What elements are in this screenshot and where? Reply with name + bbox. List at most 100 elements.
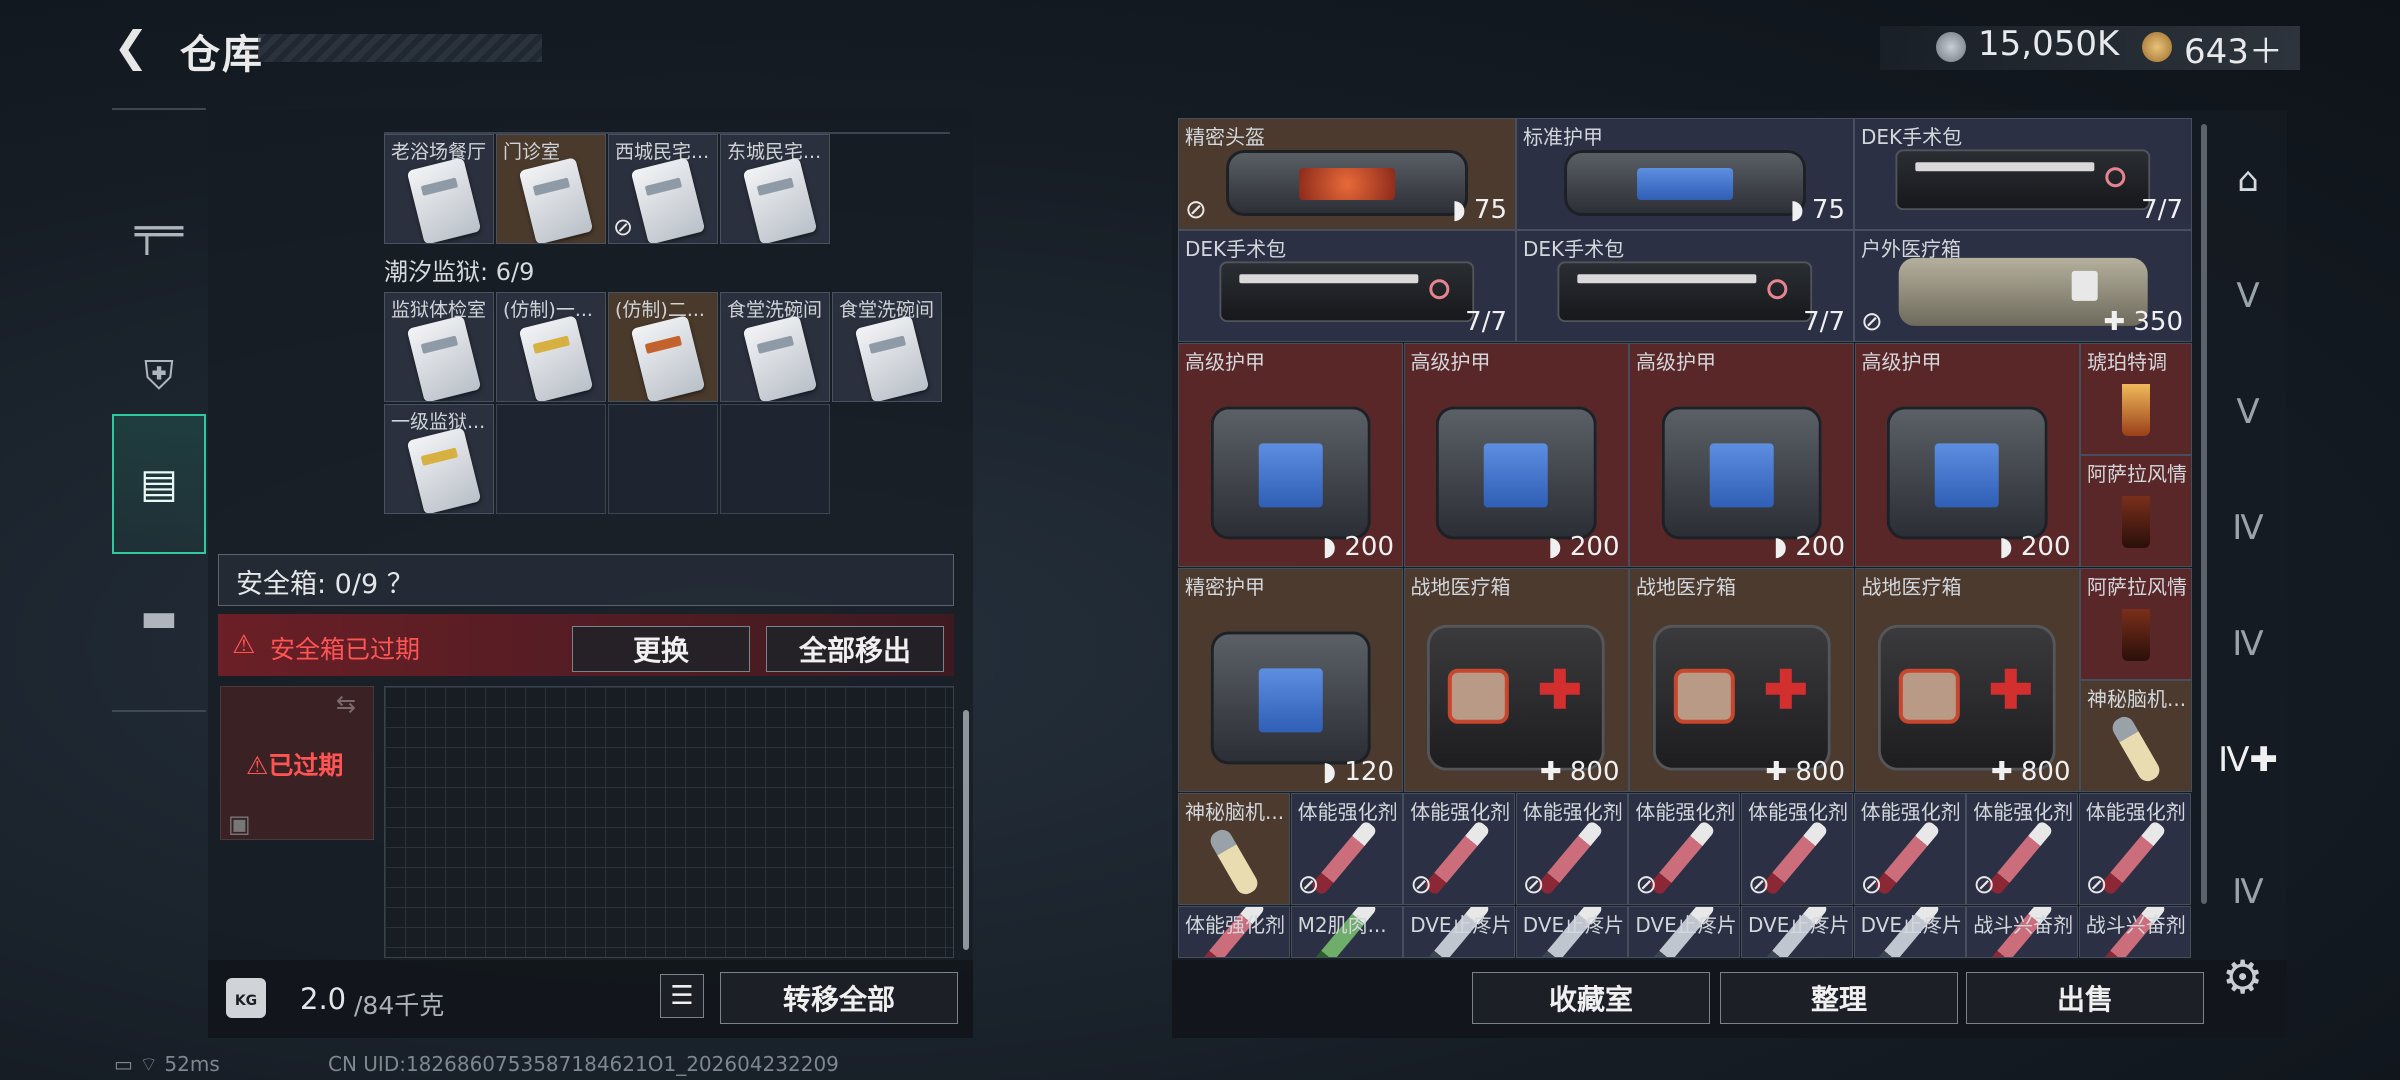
armor-plate xyxy=(1709,443,1774,508)
stash-item[interactable]: 食堂洗碗间 xyxy=(832,292,942,402)
inventory-item[interactable]: 高级护甲 ◗ 200 xyxy=(1629,343,1854,567)
keycard-image xyxy=(742,315,818,401)
stash-item[interactable]: 一级监狱... xyxy=(384,404,494,514)
row-divider xyxy=(384,112,950,134)
inventory-item[interactable]: 战斗兴奋剂 xyxy=(2078,906,2191,958)
inventory-item[interactable]: 战地医疗箱 ✚ 800 xyxy=(1854,568,2080,792)
inventory-item[interactable]: 体能强化剂 ⊘ xyxy=(1515,793,1628,905)
tier-iv-weapon-icon[interactable]: Ⅳ xyxy=(2208,488,2288,568)
empty-slot[interactable] xyxy=(720,404,830,514)
safebox-grid[interactable] xyxy=(384,686,954,958)
armor-plate xyxy=(1636,168,1734,200)
item-label: M2肌肉... xyxy=(1297,913,1387,937)
inventory-item[interactable]: 体能强化剂 ⊘ xyxy=(1290,793,1403,905)
gun-icon[interactable]: ╤═ xyxy=(112,162,206,302)
tier-v-weapon-icon[interactable]: Ⅴ xyxy=(2208,256,2288,336)
stash-item[interactable]: (仿制)二... xyxy=(608,292,718,402)
storage-icon[interactable]: ▤ xyxy=(112,414,206,554)
inventory-item[interactable]: 高级护甲 ◗ 200 xyxy=(1178,343,1403,567)
stash-item[interactable]: 食堂洗碗间 xyxy=(720,292,830,402)
sort-button[interactable]: 整理 xyxy=(1720,972,1958,1024)
item-durability: ◗ 200 xyxy=(1773,532,1845,562)
inventory-item[interactable]: 户外医疗箱 ✚ 350 ⊘ xyxy=(1854,230,2192,342)
item-label: DEK手术包 xyxy=(1185,237,1287,261)
item-durability: ✚ 800 xyxy=(1765,757,1845,787)
right-scrollbar[interactable] xyxy=(2201,124,2207,904)
inventory-item[interactable]: 阿萨拉风情 xyxy=(2080,455,2192,567)
inventory-item[interactable]: 阿萨拉风情 xyxy=(2080,568,2192,680)
inventory-item[interactable]: 琥珀特调 xyxy=(2080,343,2192,455)
safebox-label[interactable]: 安全箱: 0/9 ？ xyxy=(236,562,414,601)
item-label: 西城民宅... xyxy=(615,141,710,163)
inventory-item[interactable]: DVE止疼片 xyxy=(1403,906,1516,958)
toolbox-icon[interactable]: ▬ xyxy=(112,548,206,688)
stash-item[interactable]: 门诊室 xyxy=(496,134,606,244)
inventory-item[interactable]: 高级护甲 ◗ 200 xyxy=(1403,343,1629,567)
box-window xyxy=(1899,668,1960,725)
empty-slot[interactable] xyxy=(608,404,718,514)
no-trade-icon: ⊘ xyxy=(1973,870,1995,900)
armor-image xyxy=(1210,631,1371,765)
inventory-item[interactable]: M2肌肉... xyxy=(1290,906,1403,958)
inventory-item[interactable]: 精密头盔 ◗ 75 ⊘ xyxy=(1178,118,1516,230)
item-label: 精密护甲 xyxy=(1185,575,1265,599)
stash-item[interactable]: (仿制)一... xyxy=(496,292,606,402)
empty-slot[interactable] xyxy=(496,404,606,514)
collection-room-button[interactable]: 收藏室 xyxy=(1472,972,1710,1024)
inventory-item[interactable]: 体能强化剂 ⊘ xyxy=(1853,793,1966,905)
tier-v-gear-icon[interactable]: Ⅴ xyxy=(2208,372,2288,452)
left-scrollbar[interactable] xyxy=(963,710,969,950)
inventory-item[interactable]: 神秘脑机... xyxy=(1178,793,1290,905)
inventory-item[interactable]: 体能强化剂 xyxy=(1178,906,1290,958)
inventory-item[interactable]: DEK手术包 7/7 xyxy=(1854,118,2192,230)
back-arrow-icon[interactable]: ❮ xyxy=(108,24,154,70)
stash-item[interactable]: 西城民宅... ⊘ xyxy=(608,134,718,244)
keycard-image xyxy=(518,157,594,243)
inventory-item[interactable]: DVE止疼片 xyxy=(1741,906,1853,958)
inventory-item[interactable]: 体能强化剂 ⊘ xyxy=(2078,793,2191,905)
keycard-image xyxy=(742,157,818,243)
inventory-item[interactable]: 战地医疗箱 ✚ 800 xyxy=(1403,568,1629,792)
inventory-item[interactable]: 高级护甲 ◗ 200 xyxy=(1854,343,2080,567)
weight-value: 2.0 xyxy=(300,982,347,1016)
inventory-item[interactable]: 标准护甲 ◗ 75 xyxy=(1516,118,1854,230)
inventory-item[interactable]: 战地医疗箱 ✚ 800 xyxy=(1629,568,1854,792)
token-amount[interactable]: 643＋ xyxy=(2184,24,2283,73)
list-icon[interactable]: ☰ xyxy=(660,974,704,1018)
inventory-item[interactable]: DVE止疼片 xyxy=(1853,906,1966,958)
no-trade-icon: ⊘ xyxy=(613,213,634,241)
stash-item[interactable]: 监狱体检室 xyxy=(384,292,494,402)
tier-iv-gear-icon[interactable]: Ⅳ xyxy=(2208,604,2288,684)
item-label: DVE止疼片 xyxy=(1748,913,1850,937)
transfer-all-button[interactable]: 转移全部 xyxy=(720,972,958,1024)
kit-label xyxy=(1577,274,1757,283)
no-trade-icon: ⊘ xyxy=(1861,307,1883,337)
inventory-item[interactable]: DEK手术包 7/7 xyxy=(1516,230,1854,342)
armor-plate xyxy=(1258,443,1323,508)
inventory-item[interactable]: DVE止疼片 xyxy=(1628,906,1741,958)
item-durability: ◗ 200 xyxy=(1998,532,2071,562)
settings-gear-icon[interactable]: ⚙ xyxy=(2222,950,2263,1004)
tier-iv-medical-icon[interactable]: Ⅳ✚ xyxy=(2208,720,2288,800)
tier-iv-misc-icon[interactable]: Ⅳ xyxy=(2208,852,2288,932)
item-label: 高级护甲 xyxy=(1185,350,1265,374)
no-trade-icon: ⊘ xyxy=(1185,195,1207,225)
inventory-item[interactable]: 体能强化剂 ⊘ xyxy=(1741,793,1853,905)
item-label: 战地医疗箱 xyxy=(1410,575,1511,599)
inventory-item[interactable]: DEK手术包 7/7 xyxy=(1178,230,1516,342)
move-all-out-button[interactable]: 全部移出 xyxy=(766,626,944,672)
inventory-item[interactable]: 体能强化剂 ⊘ xyxy=(1403,793,1516,905)
inventory-item[interactable]: 神秘脑机... xyxy=(2080,680,2192,792)
stash-item[interactable]: 老浴场餐厅 xyxy=(384,134,494,244)
item-label: 户外医疗箱 xyxy=(1861,237,1961,261)
armor-image xyxy=(1661,406,1822,540)
inventory-item[interactable]: 体能强化剂 ⊘ xyxy=(1966,793,2079,905)
sell-button[interactable]: 出售 xyxy=(1966,972,2204,1024)
inventory-item[interactable]: 战斗兴奋剂 xyxy=(1966,906,2079,958)
inventory-item[interactable]: DVE止疼片 xyxy=(1515,906,1628,958)
inventory-item[interactable]: 精密护甲 ◗ 120 xyxy=(1178,568,1403,792)
safe-house-icon[interactable]: ⌂ xyxy=(2208,140,2288,220)
stash-item[interactable]: 东城民宅... xyxy=(720,134,830,244)
inventory-item[interactable]: 体能强化剂 ⊘ xyxy=(1628,793,1741,905)
replace-button[interactable]: 更换 xyxy=(572,626,750,672)
